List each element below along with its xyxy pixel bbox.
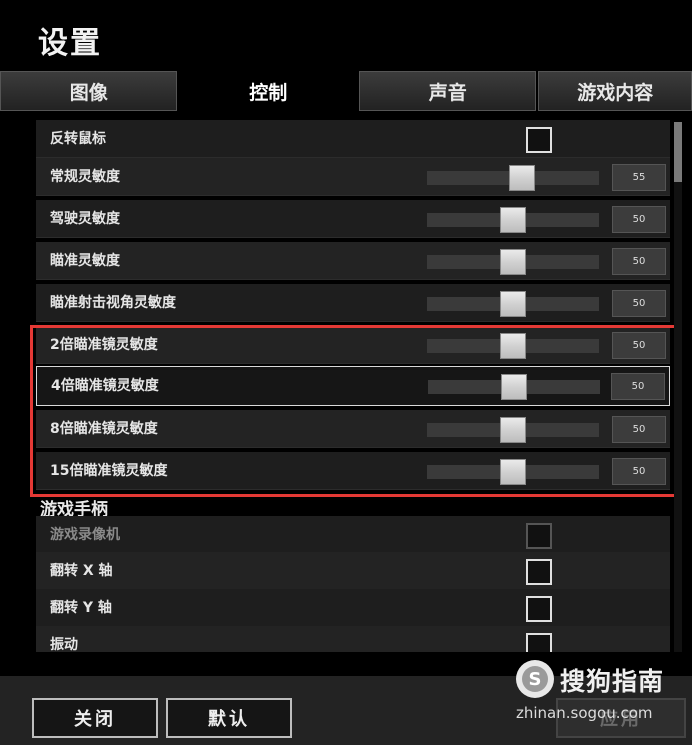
setting-row-scope-15x: 15倍瞄准镜灵敏度 50 — [36, 452, 670, 490]
slider-value[interactable]: 50 — [612, 416, 666, 443]
slider-thumb[interactable] — [500, 249, 526, 275]
setting-row-scope-4x: 4倍瞄准镜灵敏度 50 — [36, 366, 670, 406]
scrollbar-thumb[interactable] — [674, 122, 682, 182]
setting-row-driving-sensitivity: 驾驶灵敏度 50 — [36, 200, 670, 238]
tab-gameplay[interactable]: 游戏内容 — [538, 71, 692, 111]
setting-label: 15倍瞄准镜灵敏度 — [50, 463, 168, 479]
setting-label: 翻转 Y 轴 — [50, 600, 112, 616]
slider-value[interactable]: 50 — [611, 373, 665, 400]
slider-value[interactable]: 50 — [612, 458, 666, 485]
slider-thumb[interactable] — [500, 417, 526, 443]
scrollbar[interactable] — [674, 122, 682, 652]
setting-label: 常规灵敏度 — [50, 169, 120, 185]
setting-row-invert-mouse: 反转鼠标 — [36, 120, 670, 158]
setting-row-game-recorder: 游戏录像机 — [36, 516, 670, 554]
watermark-logo-letter: S — [522, 666, 548, 692]
tab-bar: 图像 控制 声音 游戏内容 — [0, 71, 692, 111]
vibration-checkbox[interactable] — [526, 633, 552, 652]
setting-label: 振动 — [50, 637, 78, 652]
default-button[interactable]: 默认 — [166, 698, 292, 738]
setting-label: 反转鼠标 — [50, 131, 106, 147]
setting-label: 翻转 X 轴 — [50, 563, 113, 579]
flip-x-checkbox[interactable] — [526, 559, 552, 585]
invert-mouse-checkbox[interactable] — [526, 127, 552, 153]
watermark: S 搜狗指南 zhinan.sogou.com — [516, 660, 686, 730]
watermark-url: zhinan.sogou.com — [516, 704, 653, 722]
slider-value[interactable]: 50 — [612, 290, 666, 317]
slider-thumb[interactable] — [500, 333, 526, 359]
flip-y-checkbox[interactable] — [526, 596, 552, 622]
page-title: 设置 — [38, 26, 102, 61]
setting-row-scope-8x: 8倍瞄准镜灵敏度 50 — [36, 410, 670, 448]
setting-label: 2倍瞄准镜灵敏度 — [50, 337, 158, 353]
setting-label: 8倍瞄准镜灵敏度 — [50, 421, 158, 437]
setting-row-scope-2x: 2倍瞄准镜灵敏度 50 — [36, 326, 670, 364]
slider-thumb[interactable] — [500, 207, 526, 233]
tab-graphics[interactable]: 图像 — [0, 71, 178, 111]
setting-label: 瞄准射击视角灵敏度 — [50, 295, 176, 311]
tab-sound[interactable]: 声音 — [358, 71, 537, 111]
settings-panel: 反转鼠标 常规灵敏度 55 驾驶灵敏度 50 瞄准灵敏度 50 瞄准射击视角灵敏… — [0, 112, 692, 652]
slider-thumb[interactable] — [500, 459, 526, 485]
sogou-logo-icon: S — [516, 660, 554, 698]
slider-thumb[interactable] — [501, 374, 527, 400]
slider-value[interactable]: 50 — [612, 206, 666, 233]
slider-value[interactable]: 50 — [612, 248, 666, 275]
setting-row-vibration: 振动 — [36, 626, 670, 652]
tab-controls[interactable]: 控制 — [179, 71, 357, 111]
close-button[interactable]: 关闭 — [32, 698, 158, 738]
slider-value[interactable]: 50 — [612, 332, 666, 359]
slider-value[interactable]: 55 — [612, 164, 666, 191]
setting-row-flip-x: 翻转 X 轴 — [36, 552, 670, 590]
setting-label: 游戏录像机 — [50, 527, 120, 543]
setting-row-aim-sensitivity: 瞄准灵敏度 50 — [36, 242, 670, 280]
slider-thumb[interactable] — [500, 291, 526, 317]
setting-label: 瞄准灵敏度 — [50, 253, 120, 269]
setting-label: 驾驶灵敏度 — [50, 211, 120, 227]
setting-label: 4倍瞄准镜灵敏度 — [51, 378, 159, 394]
setting-row-general-sensitivity: 常规灵敏度 55 — [36, 158, 670, 196]
slider-thumb[interactable] — [508, 165, 535, 191]
setting-row-flip-y: 翻转 Y 轴 — [36, 589, 670, 627]
watermark-name: 搜狗指南 — [560, 667, 665, 696]
game-recorder-checkbox — [526, 523, 552, 549]
setting-row-ads-sensitivity: 瞄准射击视角灵敏度 50 — [36, 284, 670, 322]
